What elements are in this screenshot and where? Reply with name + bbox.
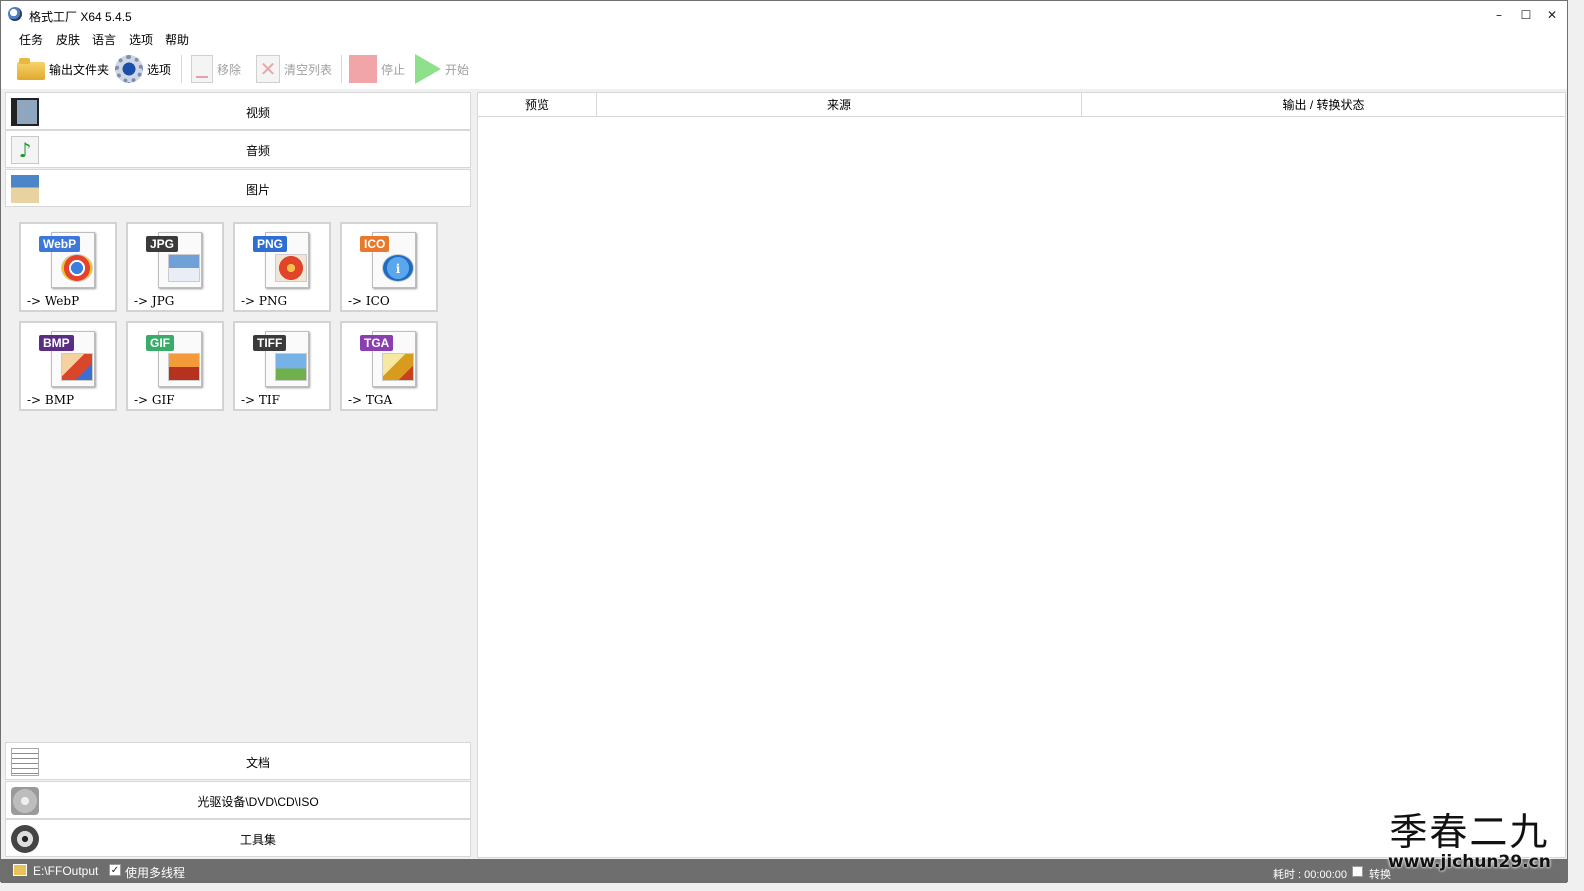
paint-brush-icon xyxy=(61,353,93,381)
format-label: -> JPG xyxy=(134,294,175,308)
format-label: -> TGA xyxy=(348,393,393,407)
format-label: -> ICO xyxy=(348,294,390,308)
category-tools[interactable]: 工具集 xyxy=(5,819,471,857)
app-logo-icon xyxy=(8,7,22,21)
format-png-button[interactable]: PNG -> PNG xyxy=(233,222,331,312)
format-badge: TIFF xyxy=(253,335,287,351)
format-label: -> BMP xyxy=(27,393,75,407)
status-bar: E:\FFOutput ✓ 使用多线程 耗时 : 00:00:00 转换 xyxy=(1,859,1567,883)
remove-icon xyxy=(191,55,213,83)
flower-icon xyxy=(275,254,307,282)
info-icon: i xyxy=(382,254,414,282)
maximize-button[interactable]: ☐ xyxy=(1512,3,1540,27)
after-convert-label: 转换 xyxy=(1369,869,1391,881)
column-source[interactable]: 来源 xyxy=(597,93,1082,117)
format-tga-button[interactable]: TGA -> TGA xyxy=(340,321,438,411)
format-jpg-button[interactable]: JPG -> JPG xyxy=(126,222,224,312)
category-disc[interactable]: 光驱设备\DVD\CD\ISO xyxy=(5,781,471,819)
format-label: -> GIF xyxy=(134,393,175,407)
start-button[interactable]: 开始 xyxy=(415,53,469,85)
start-label: 开始 xyxy=(445,62,470,77)
document-icon xyxy=(11,748,39,776)
category-document[interactable]: 文档 xyxy=(5,742,471,780)
stop-icon xyxy=(349,55,377,83)
menu-help[interactable]: 帮助 xyxy=(165,31,189,48)
folder-icon xyxy=(17,58,45,80)
clear-list-button[interactable]: ✕ 清空列表 xyxy=(256,53,332,85)
output-folder-label: 输出文件夹 xyxy=(49,62,110,77)
category-audio-label: 音频 xyxy=(245,144,270,158)
format-badge: ICO xyxy=(360,236,390,252)
format-label: -> TIF xyxy=(241,393,280,407)
format-badge: TGA xyxy=(360,335,394,351)
minimize-button[interactable]: – xyxy=(1485,3,1513,27)
elapsed-time: 耗时 : 00:00:00 xyxy=(1273,869,1347,881)
sunset-icon xyxy=(168,353,200,381)
clear-list-icon: ✕ xyxy=(256,55,280,83)
category-image[interactable]: 图片 xyxy=(5,169,471,207)
film-reel-icon xyxy=(11,825,39,853)
column-preview[interactable]: 预览 xyxy=(478,93,597,117)
toolbar-divider xyxy=(341,55,342,83)
category-disc-label: 光驱设备\DVD\CD\ISO xyxy=(197,795,319,809)
after-convert-checkbox[interactable] xyxy=(1352,866,1363,877)
meadow-icon xyxy=(275,353,307,381)
category-audio[interactable]: ♪ 音频 xyxy=(5,130,471,168)
gear-icon xyxy=(115,55,143,83)
menu-task[interactable]: 任务 xyxy=(19,31,43,48)
disc-drive-icon xyxy=(11,787,39,815)
title-bar: 格式工厂 X64 5.4.5 – ☐ ✕ xyxy=(1,1,1567,29)
category-panel: 视频 ♪ 音频 图片 WebP -> WebP JPG -> JPG PNG -… xyxy=(5,92,471,858)
format-label: -> PNG xyxy=(241,294,288,308)
multithread-checkbox[interactable]: ✓ xyxy=(109,864,121,876)
format-badge: GIF xyxy=(146,335,174,351)
format-badge: PNG xyxy=(253,236,288,252)
task-list-header: 预览 来源 输出 / 转换状态 xyxy=(478,93,1565,117)
multithread-label: 使用多线程 xyxy=(125,866,186,880)
task-list[interactable]: 预览 来源 输出 / 转换状态 xyxy=(477,92,1566,858)
stop-button[interactable]: 停止 xyxy=(349,53,405,85)
format-tif-button[interactable]: TIFF -> TIF xyxy=(233,321,331,411)
play-icon xyxy=(415,54,441,84)
format-badge: BMP xyxy=(39,335,74,351)
clear-list-label: 清空列表 xyxy=(284,62,333,77)
music-note-icon: ♪ xyxy=(11,136,39,164)
remove-button[interactable]: 移除 xyxy=(191,53,241,85)
app-window: 格式工厂 X64 5.4.5 – ☐ ✕ 任务 皮肤 语言 选项 帮助 输出文件… xyxy=(0,0,1568,883)
options-button[interactable]: 选项 xyxy=(115,53,171,85)
film-icon xyxy=(11,98,39,126)
format-badge: WebP xyxy=(39,236,81,252)
options-label: 选项 xyxy=(147,62,172,77)
photo-icon xyxy=(382,353,414,381)
close-button[interactable]: ✕ xyxy=(1538,3,1566,27)
column-output-status[interactable]: 输出 / 转换状态 xyxy=(1082,93,1565,117)
format-webp-button[interactable]: WebP -> WebP xyxy=(19,222,117,312)
picture-icon xyxy=(11,175,39,203)
landscape-icon xyxy=(168,254,200,282)
format-bmp-button[interactable]: BMP -> BMP xyxy=(19,321,117,411)
format-badge: JPG xyxy=(146,236,179,252)
format-gif-button[interactable]: GIF -> GIF xyxy=(126,321,224,411)
category-image-label: 图片 xyxy=(245,183,270,197)
menu-options[interactable]: 选项 xyxy=(129,31,153,48)
menu-skin[interactable]: 皮肤 xyxy=(56,31,80,48)
category-video[interactable]: 视频 xyxy=(5,92,471,130)
category-document-label: 文档 xyxy=(245,756,270,770)
toolbar-divider xyxy=(181,55,182,83)
window-title: 格式工厂 X64 5.4.5 xyxy=(29,10,132,24)
output-path[interactable]: E:\FFOutput xyxy=(33,864,98,878)
stop-label: 停止 xyxy=(381,62,406,77)
category-video-label: 视频 xyxy=(245,106,270,120)
category-tools-label: 工具集 xyxy=(239,833,276,847)
toolbar: 输出文件夹 选项 移除 ✕ 清空列表 停止 开始 xyxy=(1,49,1567,89)
menu-language[interactable]: 语言 xyxy=(92,31,116,48)
remove-label: 移除 xyxy=(217,62,242,77)
output-folder-button[interactable]: 输出文件夹 xyxy=(17,53,109,85)
format-label: -> WebP xyxy=(27,294,80,308)
chrome-icon xyxy=(61,254,93,282)
image-format-grid: WebP -> WebP JPG -> JPG PNG -> PNG ICO i xyxy=(5,207,471,741)
menu-bar: 任务 皮肤 语言 选项 帮助 xyxy=(1,29,1567,49)
format-ico-button[interactable]: ICO i -> ICO xyxy=(340,222,438,312)
folder-icon[interactable] xyxy=(13,864,27,876)
